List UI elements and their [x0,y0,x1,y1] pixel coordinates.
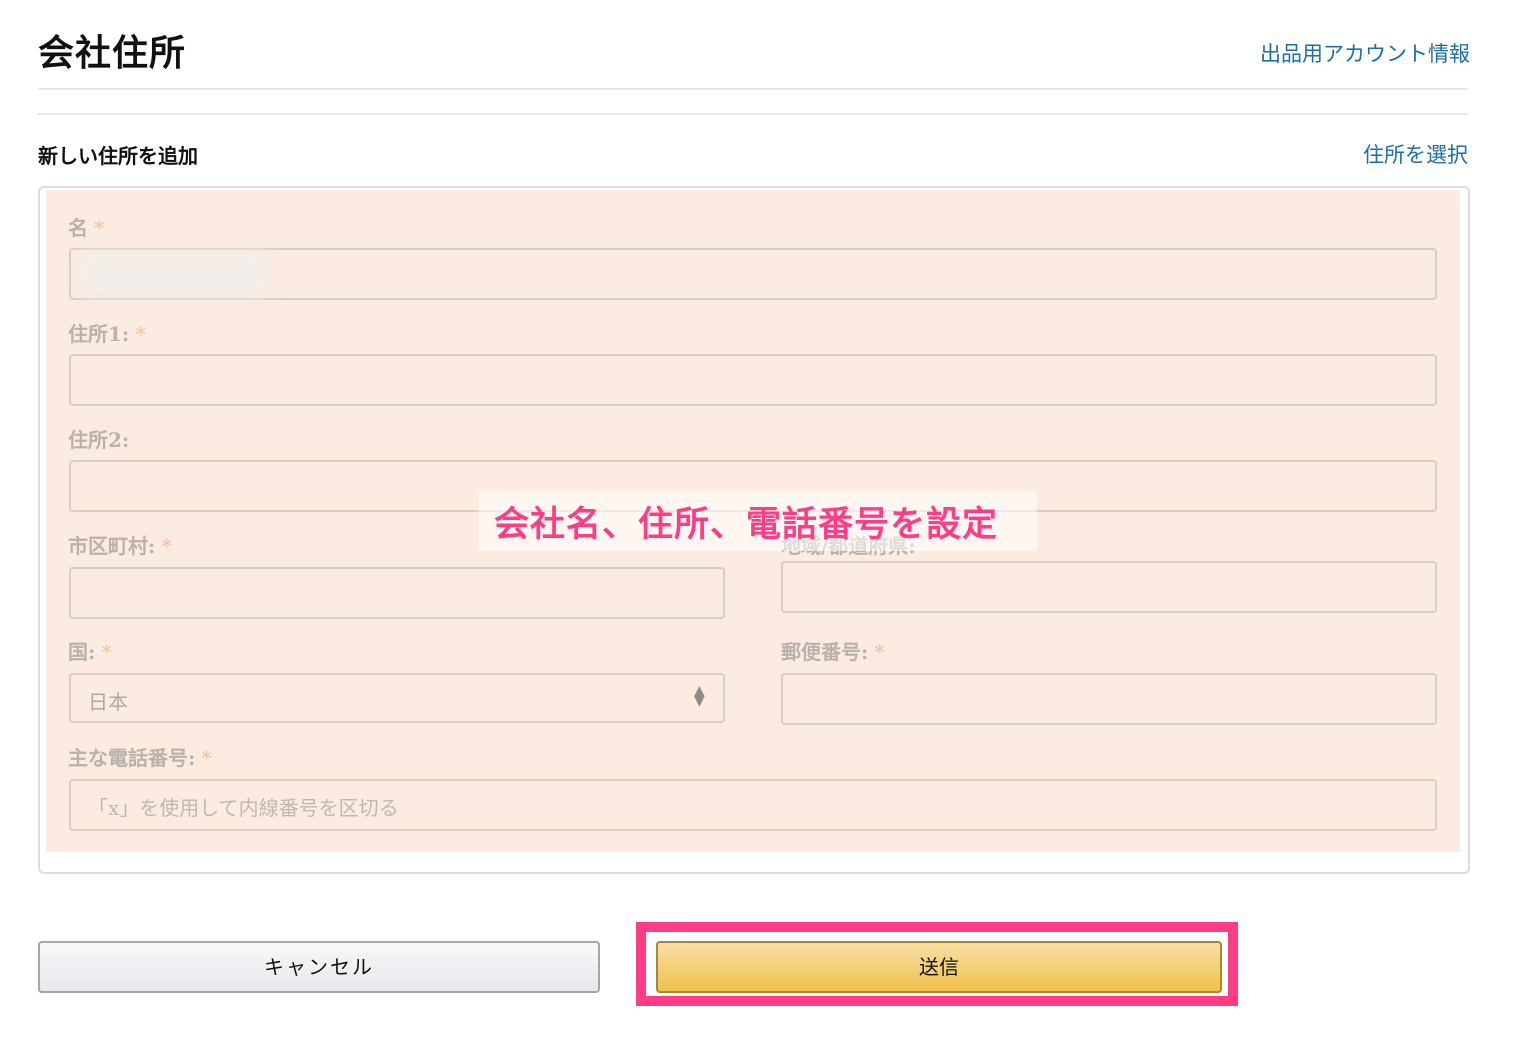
annotation-text: 会社名、住所、電話番号を設定 [494,505,999,545]
required-mark: * [161,534,172,558]
required-mark: * [101,640,112,664]
account-info-link[interactable]: 出品用アカウント情報 [1260,38,1470,68]
page-title: 会社住所 [38,32,187,74]
postal-label: 郵便番号: * [781,640,885,664]
address2-label: 住所2: [68,428,130,452]
phone-label: 主な電話番号: * [68,746,212,770]
postal-input[interactable] [781,673,1437,725]
region-input[interactable] [781,561,1437,613]
name-label: 名 * [68,216,105,240]
select-arrows-icon: ▲ ▼ [694,683,705,709]
select-address-link[interactable]: 住所を選択 [1363,139,1468,169]
submit-button[interactable]: 送信 [656,941,1222,993]
address1-input[interactable] [69,354,1437,406]
city-label: 市区町村: * [68,534,172,558]
cancel-button[interactable]: キャンセル [38,941,600,993]
country-select[interactable] [69,673,725,723]
address1-label: 住所1: * [68,322,146,346]
country-label: 国: * [68,640,112,664]
header-divider [38,88,1468,90]
name-input[interactable] [69,248,1437,300]
redacted-name-value [78,252,268,296]
required-mark: * [874,640,885,664]
required-mark: * [94,216,105,240]
section-title: 新しい住所を追加 [38,144,198,168]
country-select-value: 日本 [88,690,128,714]
city-input[interactable] [69,567,725,619]
section-divider [38,113,1468,115]
required-mark: * [201,746,212,770]
required-mark: * [135,322,146,346]
phone-placeholder: 「x」を使用して内線番号を区切る [88,796,399,820]
